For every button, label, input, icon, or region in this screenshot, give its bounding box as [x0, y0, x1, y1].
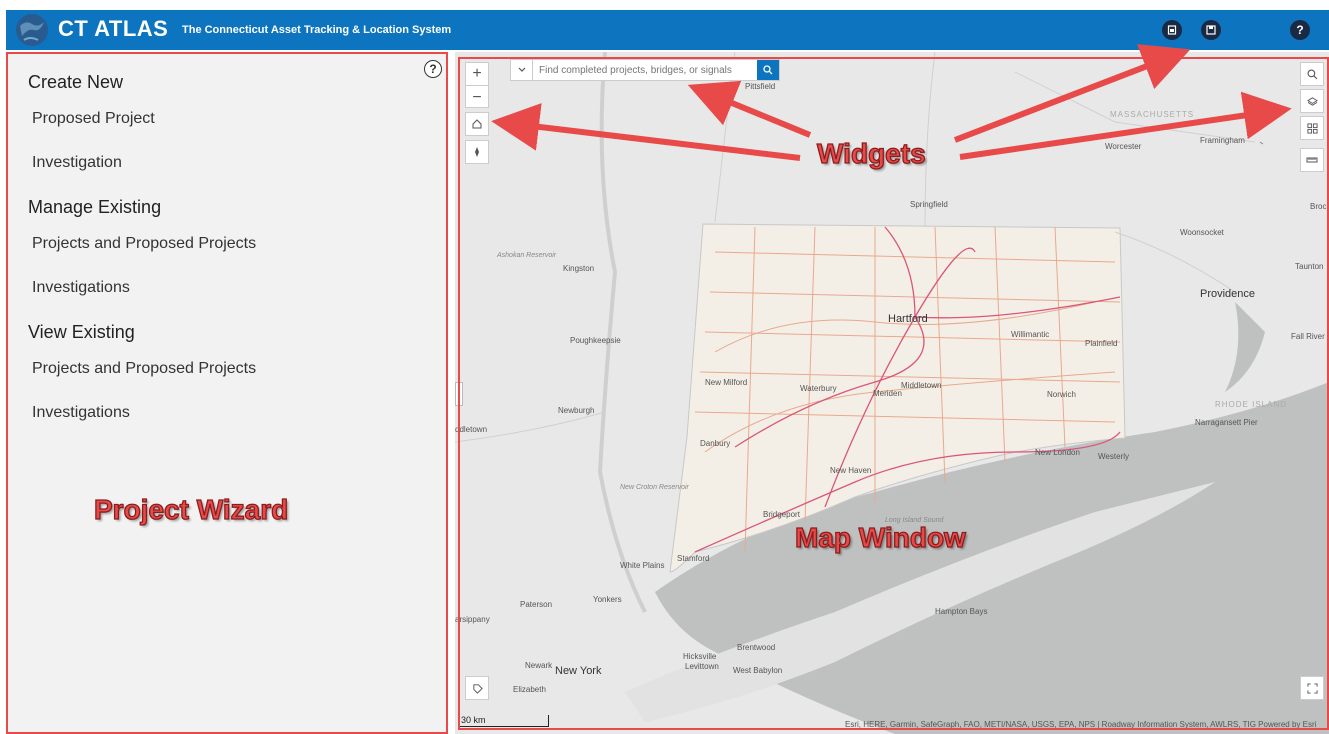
label-worcester: Worcester	[1105, 142, 1142, 151]
label-hicksville: Hicksville	[683, 652, 717, 661]
search-button[interactable]	[757, 60, 779, 80]
label-taunton: Taunton	[1295, 262, 1324, 271]
label-leominster: Leominster	[1145, 52, 1185, 61]
label-meriden: Meriden	[873, 389, 902, 398]
fullscreen-button[interactable]	[1300, 676, 1324, 700]
map-search-button[interactable]	[1300, 62, 1324, 86]
label-woonsocket: Woonsocket	[1180, 228, 1224, 237]
project-wizard-panel: ? Create New Proposed Project Investigat…	[6, 52, 448, 734]
zoom-out-button[interactable]: −	[466, 86, 488, 109]
search-widget	[510, 59, 780, 81]
label-parsippany: arsippany	[455, 615, 490, 624]
label-massachusetts: MASSACHUSETTS	[1110, 110, 1195, 119]
label-hartford: Hartford	[888, 313, 928, 325]
label-providence: Providence	[1200, 288, 1256, 300]
label-levittown: Levittown	[685, 662, 719, 671]
ruler-icon	[1306, 157, 1318, 163]
layers-button[interactable]	[1300, 89, 1324, 113]
label-kingston: Kingston	[563, 264, 595, 273]
search-input[interactable]	[533, 64, 757, 76]
label-new-haven: New Haven	[830, 466, 872, 475]
grid-icon	[1306, 122, 1318, 134]
label-willimantic: Willimantic	[1011, 330, 1050, 339]
label-middletown-ny: ddletown	[455, 425, 488, 434]
report-button[interactable]	[1162, 20, 1182, 40]
project-wizard-annotation: Project Wizard	[93, 493, 289, 525]
create-investigation-link[interactable]: Investigation	[32, 154, 122, 172]
label-newburgh: Newburgh	[558, 406, 595, 415]
label-waterbury: Waterbury	[800, 384, 837, 393]
label-new-milford: New Milford	[705, 378, 748, 387]
label-newark: Newark	[525, 661, 553, 670]
label-fall-river: Fall River	[1291, 332, 1325, 341]
search-icon	[763, 65, 773, 75]
app-root: CT ATLAS The Connecticut Asset Tracking …	[0, 0, 1329, 734]
search-icon	[1307, 69, 1317, 79]
widgets-annotation: Widgets	[816, 137, 926, 169]
label-brentwood: Brentwood	[737, 643, 776, 652]
label-springfield: Springfield	[910, 200, 948, 209]
app-subtitle: The Connecticut Asset Tracking & Locatio…	[182, 24, 452, 36]
compass-button[interactable]	[465, 140, 489, 164]
basemap-gallery-button[interactable]	[1300, 116, 1324, 140]
manage-projects-link[interactable]: Projects and Proposed Projects	[32, 235, 256, 253]
map-window-annotation: Map Window	[794, 521, 966, 553]
help-button[interactable]: ?	[1290, 20, 1310, 40]
label-new-london: New London	[1035, 448, 1080, 457]
legend-button[interactable]	[465, 676, 489, 700]
label-bridgeport: Bridgeport	[763, 510, 800, 519]
section-manage-existing: Manage Existing	[28, 197, 162, 217]
label-poughkeepsie: Poughkeepsie	[570, 336, 621, 345]
view-projects-link[interactable]: Projects and Proposed Projects	[32, 360, 256, 378]
label-hampton-bays: Hampton Bays	[935, 607, 988, 616]
search-source-dropdown[interactable]	[511, 60, 533, 80]
home-button[interactable]	[465, 112, 489, 136]
label-norwich: Norwich	[1047, 390, 1076, 399]
label-new-croton: New Croton Reservoir	[620, 484, 689, 491]
compass-icon	[475, 147, 479, 157]
map-attribution: Esri, HERE, Garmin, SafeGraph, FAO, METI…	[845, 720, 1317, 729]
label-ashokan: Ashokan Reservoir	[497, 252, 557, 259]
scale-bar: 30 km	[459, 715, 549, 727]
save-button[interactable]	[1201, 20, 1221, 40]
report-icon	[1167, 25, 1177, 35]
label-plainfield: Plainfield	[1085, 339, 1118, 348]
create-proposed-project-link[interactable]: Proposed Project	[32, 110, 155, 128]
label-stamford: Stamford	[677, 554, 710, 563]
wizard-help-icon[interactable]: ?	[424, 60, 442, 78]
zoom-in-button[interactable]: +	[466, 63, 488, 86]
map-window[interactable]: Pittsfield Leominster MASSACHUSETTS Worc…	[455, 52, 1329, 734]
fullscreen-icon	[1306, 682, 1318, 694]
label-middletown: Middletown	[901, 381, 942, 390]
manage-investigations-link[interactable]: Investigations	[32, 279, 130, 297]
label-framingham: Framingham	[1200, 136, 1245, 145]
zoom-control: + −	[465, 62, 489, 108]
measure-button[interactable]	[1300, 148, 1324, 172]
section-view-existing: View Existing	[28, 322, 135, 342]
tag-icon	[472, 683, 483, 694]
label-westerly: Westerly	[1098, 452, 1129, 461]
label-rhode-island: RHODE ISLAND	[1215, 400, 1288, 409]
save-icon	[1206, 25, 1216, 35]
help-icon: ?	[1296, 23, 1304, 37]
label-yonkers: Yonkers	[593, 595, 622, 604]
app-header: CT ATLAS The Connecticut Asset Tracking …	[6, 10, 1329, 50]
view-investigations-link[interactable]: Investigations	[32, 404, 130, 422]
layers-icon	[1306, 96, 1318, 106]
label-danbury: Danbury	[700, 439, 731, 448]
globe-logo-icon	[16, 14, 48, 46]
home-icon	[472, 119, 482, 129]
label-brockton: Brock	[1310, 202, 1329, 211]
label-west-babylon: West Babylon	[733, 666, 783, 675]
label-new-york: New York	[555, 665, 602, 677]
label-paterson: Paterson	[520, 600, 553, 609]
section-create-new: Create New	[28, 72, 124, 92]
label-elizabeth: Elizabeth	[513, 685, 546, 694]
label-pittsfield: Pittsfield	[745, 82, 776, 91]
label-white-plains: White Plains	[620, 561, 665, 570]
label-narragansett: Narragansett Pier	[1195, 418, 1258, 427]
chevron-down-icon	[518, 67, 525, 72]
panel-collapse-toggle[interactable]: ‹	[455, 382, 463, 406]
app-title: CT ATLAS	[58, 16, 169, 41]
